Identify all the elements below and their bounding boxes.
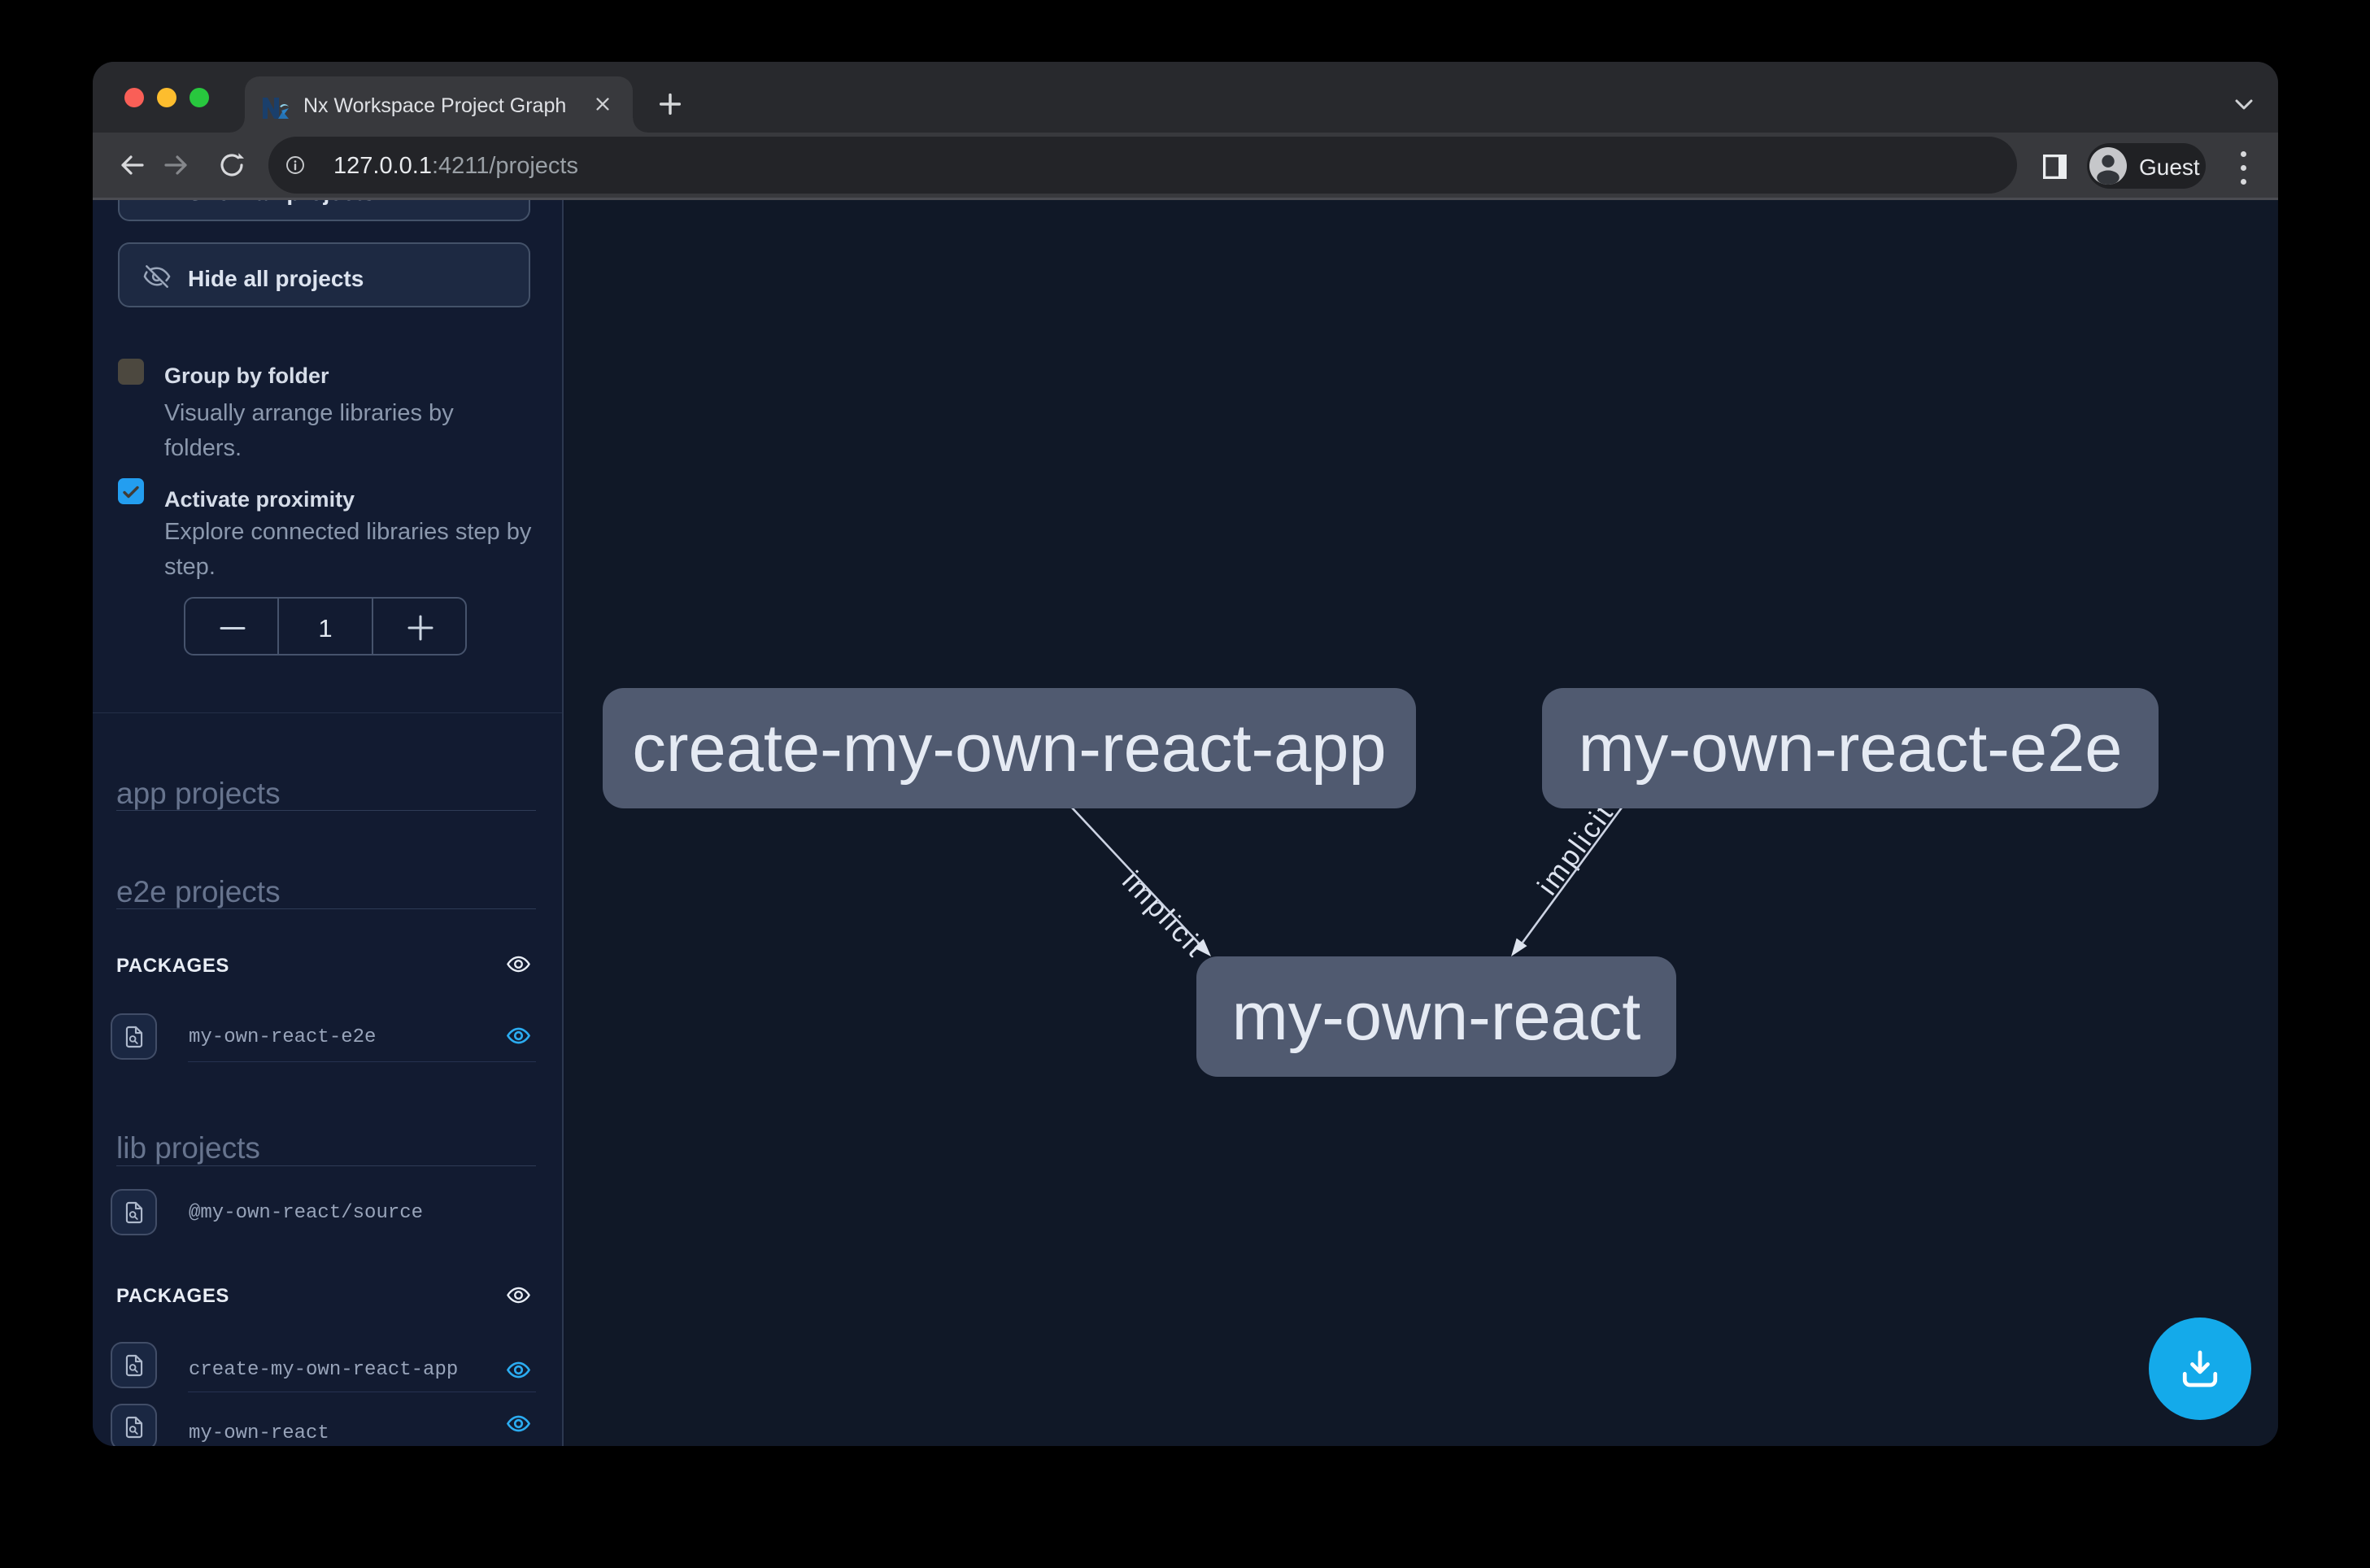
- svg-text:implicit: implicit: [1531, 796, 1620, 900]
